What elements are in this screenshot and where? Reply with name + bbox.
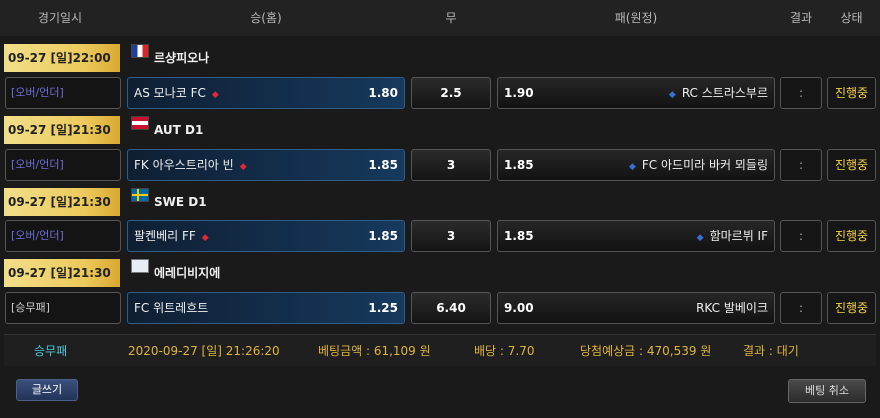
home-odds-button[interactable]: FC 위트레흐트 1.25 (127, 292, 405, 324)
league-name: AUT D1 (154, 123, 204, 137)
home-team-name: FK 아우스트리아 빈 (134, 158, 234, 172)
date-column-header: 경기일시 (37, 11, 83, 25)
league-header: 09-27 [일]21:30 SWE D1 (0, 184, 880, 220)
cancel-bet-button[interactable]: 베팅 취소 (788, 379, 866, 403)
match-datetime: 09-27 [일]21:30 (4, 188, 120, 216)
diamond-icon: ◆ (211, 90, 219, 100)
away-odds: 1.85 (504, 158, 534, 172)
league-name: 르샹피오나 (154, 51, 210, 65)
bet-summary-bar: 승무패 2020-09-27 [일] 21:26:20 베팅금액 : 61,10… (4, 334, 876, 366)
result-column-header: 결과 (789, 11, 813, 25)
home-odds: 1.85 (368, 229, 398, 243)
home-odds: 1.80 (368, 86, 398, 100)
write-post-button[interactable]: 글쓰기 (16, 379, 78, 401)
match-row: [승무패] FC 위트레흐트 1.25 6.40 9.00 RKC 발베이크 :… (0, 292, 880, 326)
away-team-name: ◆ 함마르뷔 IF (697, 221, 768, 253)
diamond-icon: ◆ (201, 233, 209, 243)
home-column-header: 승(홈) (250, 11, 282, 25)
summary-result: 결과 : 대기 (743, 344, 799, 358)
diamond-icon: ◆ (239, 162, 247, 172)
status-badge: 진행중 (827, 149, 876, 181)
netherlands-league-icon (131, 259, 149, 273)
match-datetime: 09-27 [일]22:00 (4, 44, 120, 72)
table-header: 경기일시 승(홈) 무 패(원정) 결과 상태 (0, 0, 880, 36)
bet-type-button[interactable]: [승무패] (5, 292, 121, 324)
away-column-header: 패(원정) (614, 11, 658, 25)
summary-expected-win: 당첨예상금 : 470,539 원 (580, 344, 712, 358)
france-flag-icon (131, 44, 149, 58)
away-odds-button[interactable]: 9.00 RKC 발베이크 (497, 292, 775, 324)
away-team-name: ◆ RC 스트라스부르 (669, 78, 768, 110)
away-team-label: 함마르뷔 IF (709, 229, 768, 243)
away-team-label: FC 아드미라 바커 뫼들링 (641, 158, 768, 172)
summary-bet-amount: 베팅금액 : 61,109 원 (318, 344, 431, 358)
away-odds: 1.85 (504, 229, 534, 243)
diamond-icon: ◆ (668, 90, 676, 100)
summary-bet-type: 승무패 (34, 344, 68, 358)
draw-odds-button[interactable]: 2.5 (411, 77, 491, 109)
home-odds-button[interactable]: 팔켄베리 FF ◆ 1.85 (127, 220, 405, 252)
status-badge: 진행중 (827, 220, 876, 252)
home-odds-button[interactable]: FK 아우스트리아 빈 ◆ 1.85 (127, 149, 405, 181)
match-row: [오버/언더] AS 모나코 FC ◆ 1.80 2.5 1.90 ◆ RC 스트라… (0, 77, 880, 111)
result-box: : (780, 292, 822, 324)
home-odds: 1.25 (368, 301, 398, 315)
away-odds: 1.90 (504, 86, 534, 100)
draw-odds-button[interactable]: 6.40 (411, 292, 491, 324)
home-team-name: FC 위트레흐트 (134, 301, 209, 315)
summary-odds: 배당 : 7.70 (474, 344, 535, 358)
result-box: : (780, 149, 822, 181)
draw-odds-button[interactable]: 3 (411, 220, 491, 252)
match-datetime: 09-27 [일]21:30 (4, 116, 120, 144)
league-name: SWE D1 (154, 195, 207, 209)
match-row: [오버/언더] FK 아우스트리아 빈 ◆ 1.85 3 1.85 ◆ FC 아드미… (0, 149, 880, 183)
status-badge: 진행중 (827, 77, 876, 109)
result-box: : (780, 77, 822, 109)
away-odds-button[interactable]: 1.85 ◆ 함마르뷔 IF (497, 220, 775, 252)
bet-type-button[interactable]: [오버/언더] (5, 77, 121, 109)
away-team-label: RC 스트라스부르 (681, 86, 768, 100)
austria-flag-icon (131, 116, 149, 130)
draw-column-header: 무 (445, 11, 457, 25)
league-header: 09-27 [일]22:00 르샹피오나 (0, 40, 880, 76)
result-box: : (780, 220, 822, 252)
away-team-name: ◆ FC 아드미라 바커 뫼들링 (629, 150, 768, 182)
home-odds-button[interactable]: AS 모나코 FC ◆ 1.80 (127, 77, 405, 109)
away-odds-button[interactable]: 1.90 ◆ RC 스트라스부르 (497, 77, 775, 109)
match-row: [오버/언더] 팔켄베리 FF ◆ 1.85 3 1.85 ◆ 함마르뷔 IF : … (0, 220, 880, 254)
away-odds: 9.00 (504, 301, 534, 315)
bet-type-button[interactable]: [오버/언더] (5, 220, 121, 252)
home-team-name: 팔켄베리 FF (134, 229, 196, 243)
league-header: 09-27 [일]21:30 에레디비지에 (0, 255, 880, 291)
summary-datetime: 2020-09-27 [일] 21:26:20 (128, 344, 280, 358)
diamond-icon: ◆ (628, 162, 636, 172)
away-team-name: RKC 발베이크 (696, 301, 768, 315)
league-name: 에레디비지에 (154, 266, 221, 280)
diamond-icon: ◆ (696, 233, 704, 243)
status-column-header: 상태 (840, 11, 863, 25)
match-datetime: 09-27 [일]21:30 (4, 259, 120, 287)
bet-type-button[interactable]: [오버/언더] (5, 149, 121, 181)
home-team-name: AS 모나코 FC (134, 86, 206, 100)
away-odds-button[interactable]: 1.85 ◆ FC 아드미라 바커 뫼들링 (497, 149, 775, 181)
home-odds: 1.85 (368, 158, 398, 172)
sweden-flag-icon (131, 188, 149, 202)
draw-odds-button[interactable]: 3 (411, 149, 491, 181)
status-badge: 진행중 (827, 292, 876, 324)
league-header: 09-27 [일]21:30 AUT D1 (0, 112, 880, 148)
